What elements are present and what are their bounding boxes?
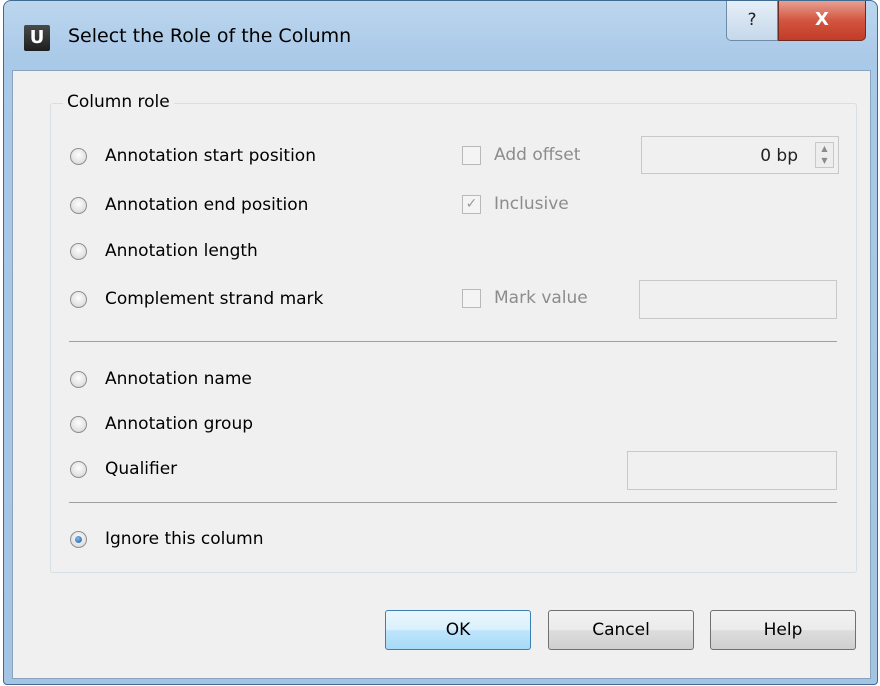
checkbox-label: Mark value bbox=[494, 288, 588, 308]
checkbox-label: Add offset bbox=[494, 145, 581, 165]
qualifier-field[interactable] bbox=[627, 451, 837, 490]
radio-label: Annotation group bbox=[105, 414, 254, 434]
cancel-button[interactable]: Cancel bbox=[548, 610, 694, 650]
help-titlebar-button[interactable]: ? bbox=[726, 1, 778, 41]
help-button[interactable]: Help bbox=[710, 610, 856, 650]
radio-button-icon[interactable] bbox=[70, 242, 87, 260]
radio-annotation-group[interactable]: Annotation group bbox=[70, 414, 253, 434]
radio-label: Qualifier bbox=[105, 459, 178, 479]
radio-annotation-length[interactable]: Annotation length bbox=[70, 241, 258, 261]
radio-button-icon[interactable] bbox=[70, 460, 87, 478]
radio-complement-strand-mark[interactable]: Complement strand mark bbox=[70, 289, 323, 309]
radio-label: Annotation name bbox=[105, 369, 252, 389]
radio-label: Annotation start position bbox=[105, 146, 316, 166]
separator bbox=[69, 502, 837, 503]
offset-value: 0 bp bbox=[760, 146, 798, 166]
dialog-content: Column role Annotation start position Ad… bbox=[12, 70, 871, 679]
mark-value-checkbox[interactable]: Mark value bbox=[462, 288, 588, 308]
radio-qualifier[interactable]: Qualifier bbox=[70, 459, 177, 479]
radio-button-selected-icon[interactable] bbox=[70, 530, 87, 548]
separator bbox=[69, 341, 837, 342]
dialog-window: U Select the Role of the Column ? X Colu… bbox=[3, 0, 878, 685]
radio-label: Complement strand mark bbox=[105, 289, 324, 309]
inclusive-checkbox[interactable]: ✓ Inclusive bbox=[462, 194, 569, 214]
checkbox-icon[interactable] bbox=[462, 288, 481, 308]
close-button[interactable]: X bbox=[778, 1, 866, 41]
radio-annotation-start-position[interactable]: Annotation start position bbox=[70, 146, 316, 166]
ok-button[interactable]: OK bbox=[385, 610, 531, 650]
column-role-group: Column role Annotation start position Ad… bbox=[50, 92, 857, 573]
radio-button-icon[interactable] bbox=[70, 147, 87, 165]
checkbox-icon[interactable] bbox=[462, 145, 481, 165]
add-offset-checkbox[interactable]: Add offset bbox=[462, 145, 580, 165]
radio-button-icon[interactable] bbox=[70, 370, 87, 388]
radio-button-icon[interactable] bbox=[70, 196, 87, 214]
offset-spinner[interactable]: 0 bp ▲ ▼ bbox=[641, 136, 839, 174]
radio-button-icon[interactable] bbox=[70, 415, 87, 433]
group-title: Column role bbox=[63, 92, 174, 112]
radio-ignore-this-column[interactable]: Ignore this column bbox=[70, 529, 263, 549]
radio-label: Ignore this column bbox=[105, 529, 264, 549]
radio-annotation-name[interactable]: Annotation name bbox=[70, 369, 252, 389]
app-logo-icon: U bbox=[24, 25, 50, 51]
mark-value-field[interactable] bbox=[639, 280, 837, 319]
title-bar[interactable]: U Select the Role of the Column ? X bbox=[4, 1, 877, 71]
checkmark-icon[interactable]: ✓ bbox=[462, 194, 481, 214]
checkbox-label: Inclusive bbox=[494, 194, 569, 214]
radio-annotation-end-position[interactable]: Annotation end position bbox=[70, 195, 308, 215]
radio-label: Annotation length bbox=[105, 241, 258, 261]
radio-label: Annotation end position bbox=[105, 195, 309, 215]
radio-button-icon[interactable] bbox=[70, 290, 87, 308]
spin-arrows-icon[interactable]: ▲ ▼ bbox=[815, 142, 834, 168]
window-title: Select the Role of the Column bbox=[68, 25, 352, 47]
